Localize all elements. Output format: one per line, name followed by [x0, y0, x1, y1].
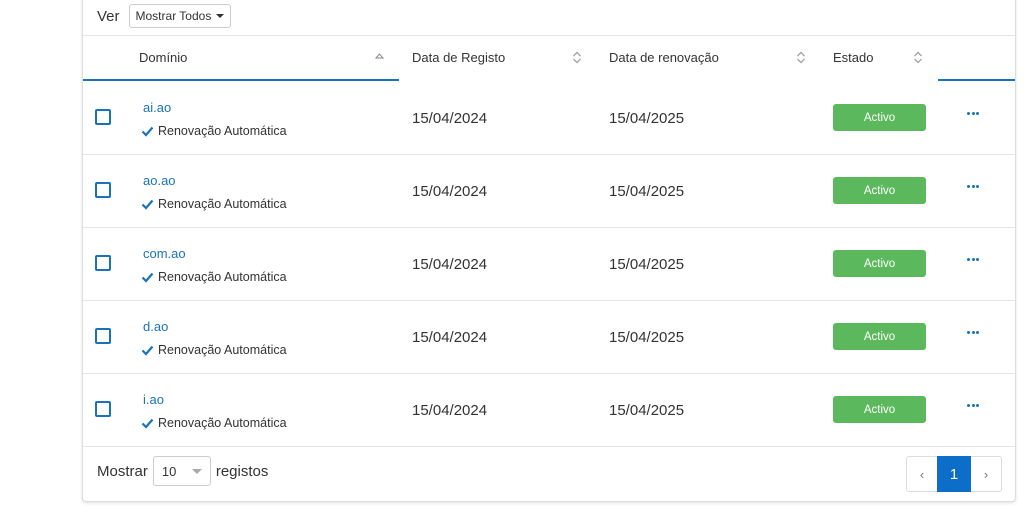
autorenew-label: Renovação Automática [158, 270, 287, 284]
table-row: d.ao Renovação Automática 15/04/2024 15/… [83, 300, 1015, 374]
registration-date: 15/04/2024 [412, 402, 488, 419]
domain-link[interactable]: d.ao [143, 319, 168, 334]
view-label: Ver [97, 7, 120, 25]
next-page-button[interactable]: › [971, 456, 1002, 492]
ellipsis-icon[interactable] [967, 112, 979, 115]
domain-link[interactable]: i.ao [143, 392, 164, 407]
renewal-date: 15/04/2025 [609, 402, 685, 419]
sort-asc-icon [375, 53, 384, 59]
registration-date: 15/04/2024 [412, 329, 488, 346]
registration-date: 15/04/2024 [412, 256, 488, 273]
status-badge: Activo [833, 396, 926, 423]
autorenew-indicator: Renovação Automática [141, 270, 287, 284]
table-row: com.ao Renovação Automática 15/04/2024 1… [83, 227, 1015, 301]
registration-date: 15/04/2024 [412, 110, 488, 127]
column-header-renewal[interactable]: Data de renovação [609, 36, 809, 79]
show-label: Mostrar [97, 462, 148, 480]
column-header-domain-label: Domínio [139, 50, 188, 65]
table-row: i.ao Renovação Automática 15/04/2024 15/… [83, 373, 1015, 447]
status-badge: Activo [833, 177, 926, 204]
row-checkbox[interactable] [95, 109, 111, 125]
table-header: Domínio Data de Registo Data de renovaçã… [83, 35, 1015, 81]
row-checkbox[interactable] [95, 401, 111, 417]
status-badge: Activo [833, 104, 926, 131]
ellipsis-icon[interactable] [967, 404, 979, 407]
autorenew-indicator: Renovação Automática [141, 197, 287, 211]
renewal-date: 15/04/2025 [609, 183, 685, 200]
page-size-select[interactable]: 10 [152, 456, 211, 486]
column-header-renewal-label: Data de renovação [609, 50, 719, 65]
autorenew-label: Renovação Automática [158, 343, 287, 357]
status-badge: Activo [833, 323, 926, 350]
autorenew-indicator: Renovação Automática [141, 416, 287, 430]
view-filter-bar: Ver Mostrar Todos [97, 1, 232, 31]
autorenew-indicator: Renovação Automática [141, 343, 287, 357]
ellipsis-icon[interactable] [967, 331, 979, 334]
sort-both-icon [573, 51, 581, 64]
column-header-domain[interactable]: Domínio [139, 36, 399, 79]
checkmark-icon [141, 345, 154, 356]
column-header-status[interactable]: Estado [833, 36, 933, 79]
row-checkbox[interactable] [95, 255, 111, 271]
ellipsis-icon[interactable] [967, 258, 979, 261]
domain-link[interactable]: ai.ao [143, 100, 171, 115]
chevron-down-icon [191, 468, 202, 474]
checkmark-icon [141, 418, 154, 429]
view-filter-dropdown[interactable]: Mostrar Todos [128, 4, 232, 28]
sort-both-icon [797, 51, 805, 64]
page-1-button[interactable]: 1 [937, 456, 971, 492]
renewal-date: 15/04/2025 [609, 329, 685, 346]
autorenew-label: Renovação Automática [158, 197, 287, 211]
domain-link[interactable]: ao.ao [143, 173, 176, 188]
status-badge: Activo [833, 250, 926, 277]
row-checkbox[interactable] [95, 182, 111, 198]
table-footer: Mostrar 10 registos [97, 455, 268, 487]
view-filter-value: Mostrar Todos [135, 9, 212, 23]
column-header-registered[interactable]: Data de Registo [412, 36, 592, 79]
caret-down-icon [216, 14, 225, 18]
checkmark-icon [141, 199, 154, 210]
column-header-status-label: Estado [833, 50, 874, 65]
page-size-value: 10 [161, 463, 177, 479]
autorenew-indicator: Renovação Automática [141, 124, 287, 138]
pagination: ‹ 1 › [906, 456, 1002, 492]
column-header-registered-label: Data de Registo [412, 50, 506, 65]
autorenew-label: Renovação Automática [158, 124, 287, 138]
previous-page-button[interactable]: ‹ [906, 456, 937, 492]
table-row: ai.ao Renovação Automática 15/04/2024 15… [83, 81, 1015, 155]
registration-date: 15/04/2024 [412, 183, 488, 200]
domain-link[interactable]: com.ao [143, 246, 186, 261]
domains-panel: Ver Mostrar Todos Domínio Data de Regist… [82, 0, 1016, 502]
sort-both-icon [914, 51, 922, 64]
autorenew-label: Renovação Automática [158, 416, 287, 430]
renewal-date: 15/04/2025 [609, 110, 685, 127]
row-checkbox[interactable] [95, 328, 111, 344]
ellipsis-icon[interactable] [967, 185, 979, 188]
records-label: registos [215, 462, 269, 480]
table-row: ao.ao Renovação Automática 15/04/2024 15… [83, 154, 1015, 228]
checkmark-icon [141, 126, 154, 137]
renewal-date: 15/04/2025 [609, 256, 685, 273]
checkmark-icon [141, 272, 154, 283]
